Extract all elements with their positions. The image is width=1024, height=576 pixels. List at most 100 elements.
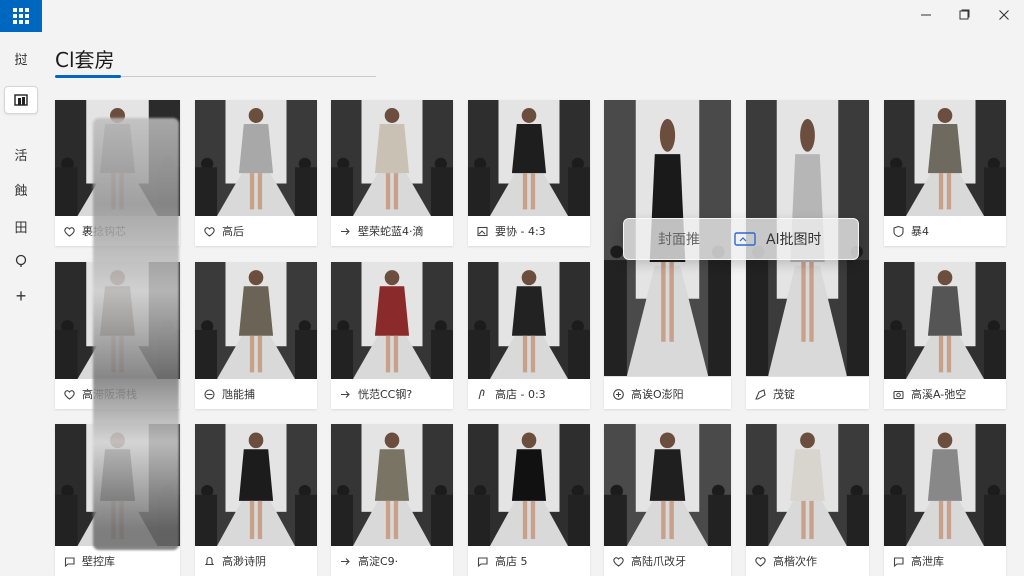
card-caption: 高渺诗阴 <box>195 546 317 576</box>
title-tab-indicator <box>55 75 121 78</box>
caption-text: 高店 - 0:3 <box>495 388 546 401</box>
runway-photo <box>331 262 453 379</box>
maximize-icon <box>959 9 970 20</box>
card-caption: 高泄库 <box>884 546 1006 576</box>
chat-icon[interactable] <box>63 555 76 568</box>
nav-rail: 挝 活 蝕 田 + <box>0 0 42 576</box>
title-divider <box>121 76 376 77</box>
minimize-button[interactable] <box>908 4 944 26</box>
app-menu-icon[interactable] <box>0 0 42 32</box>
rail-item-1[interactable]: 挝 <box>4 44 38 72</box>
gallery-icon <box>14 94 28 106</box>
link-icon[interactable] <box>203 388 216 401</box>
caption-text: 暴4 <box>911 225 929 238</box>
add-icon: + <box>15 285 27 306</box>
photo-card[interactable]: 高楷次作 <box>746 424 869 576</box>
photo-card[interactable]: 高溪A-弛空 <box>884 262 1006 409</box>
photo-card[interactable]: 恍范CC钢? <box>331 262 453 409</box>
runway-photo <box>331 100 453 216</box>
chat-icon[interactable] <box>476 555 489 568</box>
photo-card[interactable]: 壁荣蛇蓝4·滴 <box>331 100 453 246</box>
card-caption: 茂锭 <box>746 379 869 409</box>
note-icon[interactable] <box>476 388 489 401</box>
add-circle-icon[interactable] <box>612 388 625 401</box>
rail-item-add[interactable]: + <box>4 282 38 310</box>
ai-tool-label: Al批图时 <box>766 232 822 248</box>
caption-text: 高后 <box>222 225 244 238</box>
runway-photo <box>195 424 317 546</box>
ai-tool-button[interactable]: Al批图时 <box>734 229 821 249</box>
heart-icon[interactable] <box>203 225 216 238</box>
camera-icon[interactable] <box>892 388 905 401</box>
photo-card[interactable]: 高后 <box>195 100 317 246</box>
card-caption: 高陆爪改牙 <box>604 546 731 576</box>
maximize-button[interactable] <box>946 4 982 26</box>
balloon-icon <box>15 254 27 267</box>
photo-card[interactable]: 高陆爪改牙 <box>604 424 731 576</box>
runway-image <box>331 424 453 546</box>
runway-image <box>195 424 317 546</box>
rail-item-6[interactable] <box>4 247 38 275</box>
card-caption: 暴4 <box>884 216 1006 246</box>
rail-item-5[interactable]: 田 <box>4 212 38 240</box>
blurred-overlay <box>93 118 179 550</box>
photo-card[interactable]: 高诶O澎阳 <box>604 377 731 409</box>
heart-icon[interactable] <box>754 555 767 568</box>
runway-image <box>468 424 590 546</box>
photo-card[interactable]: 暴4 <box>884 100 1006 246</box>
rail-item-4[interactable]: 蝕 <box>4 175 38 203</box>
rail-item-gallery[interactable] <box>4 86 38 114</box>
card-caption: 高店 5 <box>468 546 590 576</box>
rail-item-3-label: 活 <box>14 147 28 163</box>
runway-image <box>746 424 869 546</box>
runway-photo <box>884 424 1006 546</box>
runway-photo <box>604 424 731 546</box>
minimize-icon <box>921 14 931 16</box>
tag-icon[interactable] <box>754 388 767 401</box>
card-caption: 壁荣蛇蓝4·滴 <box>331 216 453 246</box>
card-caption: 高楷次作 <box>746 546 869 576</box>
photo-card[interactable]: 高渺诗阴 <box>195 424 317 576</box>
bell-icon[interactable] <box>203 555 216 568</box>
photo-card[interactable]: 高店 - 0:3 <box>468 262 590 409</box>
close-icon <box>999 10 1009 20</box>
photo-card[interactable]: 虺能捕 <box>195 262 317 409</box>
share-icon[interactable] <box>339 555 352 568</box>
runway-image <box>604 424 731 546</box>
heart-icon[interactable] <box>612 555 625 568</box>
card-caption: 高店 - 0:3 <box>468 379 590 409</box>
image-icon[interactable] <box>476 225 489 238</box>
caption-text: 要协 - 4:3 <box>495 225 546 238</box>
caption-text: 高店 5 <box>495 555 528 568</box>
runway-photo <box>195 262 317 379</box>
runway-image <box>884 100 1006 216</box>
close-button[interactable] <box>986 4 1022 26</box>
photo-card[interactable]: 高淀C9· <box>331 424 453 576</box>
runway-photo <box>195 100 317 216</box>
share-icon[interactable] <box>339 388 352 401</box>
runway-photo <box>884 100 1006 216</box>
cover-button[interactable]: 封面推 <box>624 229 734 249</box>
rail-item-5-label: 田 <box>14 219 28 235</box>
card-caption: 高溪A-弛空 <box>884 379 1006 409</box>
floating-toolbar: 封面推 Al批图时 <box>623 218 859 260</box>
share-icon[interactable] <box>339 225 352 238</box>
runway-photo <box>468 100 590 216</box>
photo-card[interactable]: 高店 5 <box>468 424 590 576</box>
monitor-icon <box>734 232 756 246</box>
caption-text: 高陆爪改牙 <box>631 555 686 568</box>
rail-item-3[interactable]: 活 <box>4 140 38 168</box>
heart-icon[interactable] <box>63 388 76 401</box>
heart-icon[interactable] <box>63 225 76 238</box>
photo-card[interactable]: 茂锭 <box>746 377 869 409</box>
card-caption: 要协 - 4:3 <box>468 216 590 246</box>
caption-text: 高淀C9· <box>358 555 399 568</box>
photo-card[interactable]: 要协 - 4:3 <box>468 100 590 246</box>
card-caption: 高淀C9· <box>331 546 453 576</box>
caption-text: 壁荣蛇蓝4·滴 <box>358 225 424 238</box>
caption-text: 茂锭 <box>773 388 795 401</box>
photo-card[interactable]: 高泄库 <box>884 424 1006 576</box>
card-caption: 壁控库 <box>55 546 180 576</box>
chat-icon[interactable] <box>892 555 905 568</box>
shield-icon[interactable] <box>892 225 905 238</box>
